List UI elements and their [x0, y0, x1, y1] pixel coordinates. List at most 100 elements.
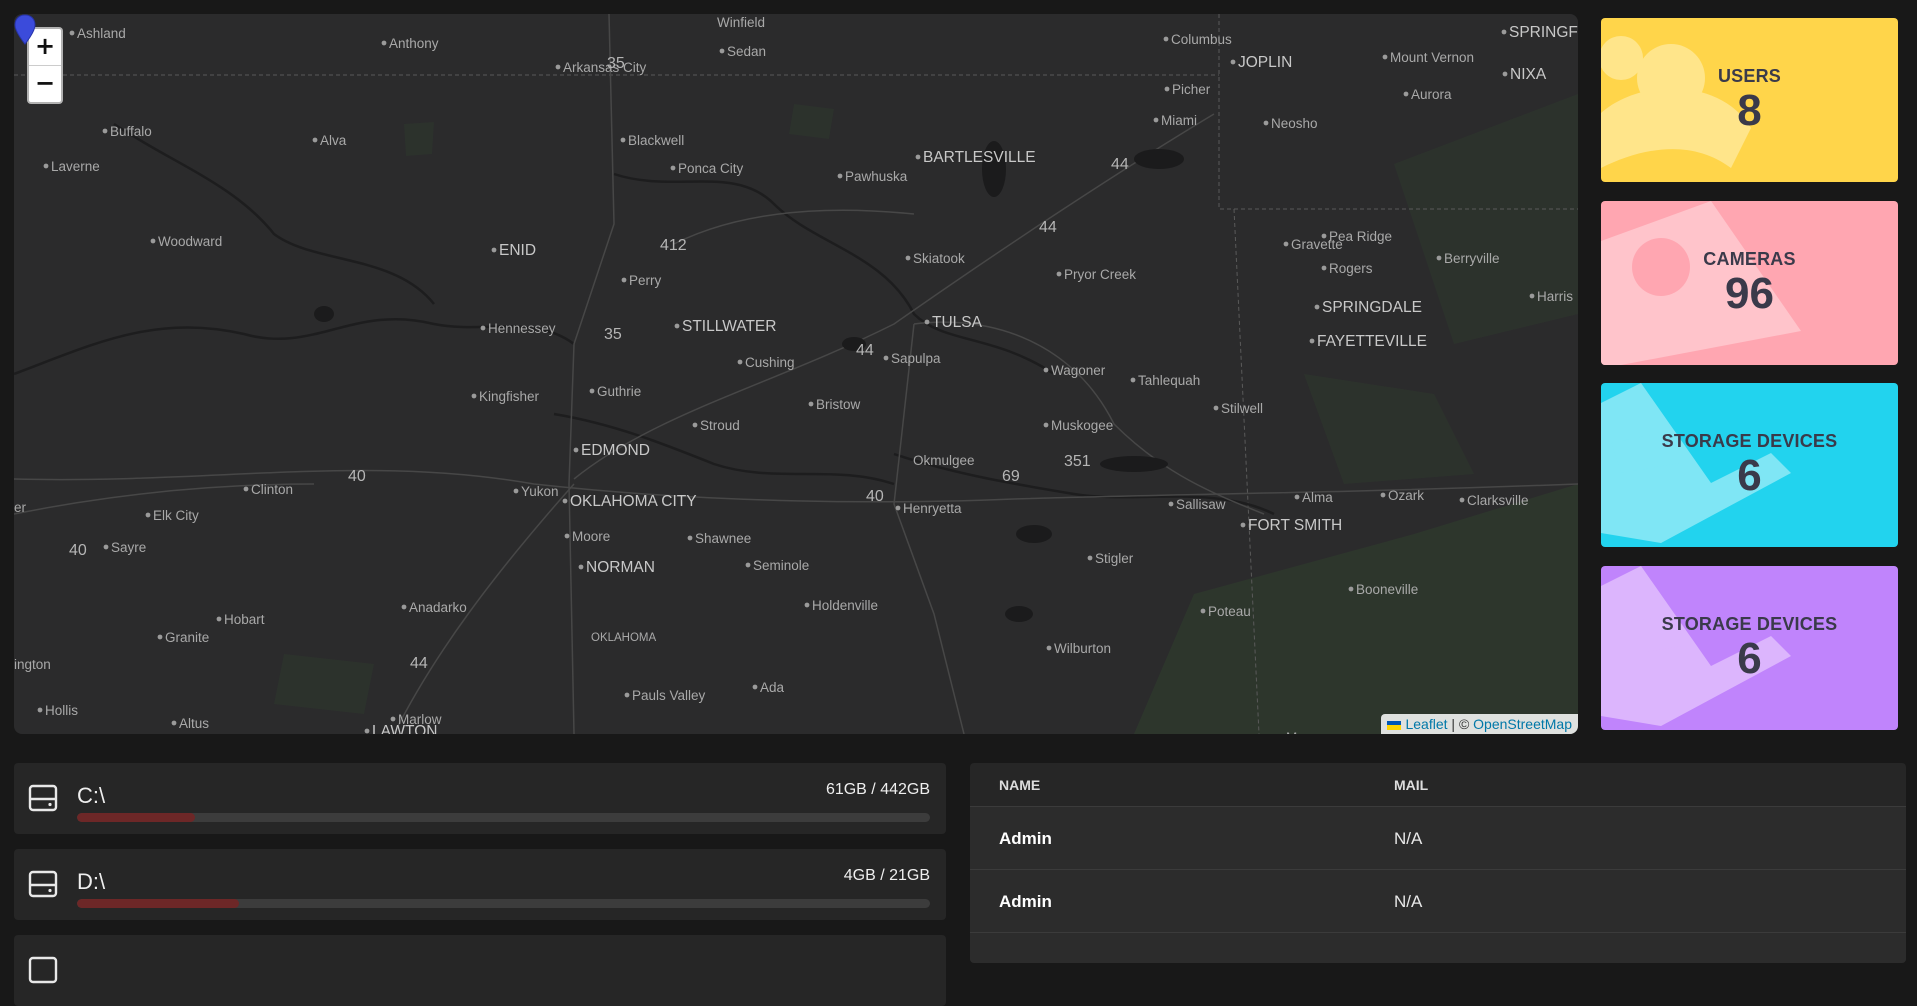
- map-city-label: Bristow: [808, 397, 861, 412]
- map-city-label: Shawnee: [687, 531, 751, 546]
- map-city-label: Muskogee: [1043, 418, 1113, 433]
- svg-text:Stigler: Stigler: [1095, 551, 1134, 566]
- map-city-label: Ashland: [69, 26, 126, 41]
- svg-text:Seminole: Seminole: [753, 558, 809, 573]
- ukraine-flag-icon: [1387, 720, 1402, 730]
- svg-text:Moore: Moore: [572, 529, 610, 544]
- openstreetmap-link[interactable]: OpenStreetMap: [1473, 716, 1572, 732]
- map-city-label: Arkansas City: [555, 60, 647, 75]
- cameras-card[interactable]: CAMERAS 96: [1601, 201, 1898, 365]
- svg-text:Ozark: Ozark: [1388, 488, 1424, 503]
- map-route-label: 69: [1002, 468, 1020, 485]
- map-attribution: Leaflet | © OpenStreetMap: [1381, 714, 1578, 734]
- map-city-label: FAYETTEVILLE: [1309, 333, 1427, 350]
- storage-devices-card-2[interactable]: STORAGE DEVICES 6: [1601, 566, 1898, 730]
- svg-text:Clinton: Clinton: [251, 482, 293, 497]
- map-city-label: TULSA: [924, 314, 983, 331]
- drive-usage-bar: [77, 813, 930, 822]
- map-city-label: Poteau: [1200, 604, 1251, 619]
- location-pin-icon[interactable]: [14, 14, 36, 46]
- map-view[interactable]: Ashland Winfield Anthony Arkansas City Sedan…: [14, 14, 1578, 734]
- svg-text:BARTLESVILLE: BARTLESVILLE: [923, 149, 1036, 166]
- map-forest-areas: [274, 94, 1578, 734]
- svg-text:Sapulpa: Sapulpa: [891, 351, 941, 366]
- map-city-label: Hollis: [37, 703, 78, 718]
- svg-text:Booneville: Booneville: [1356, 582, 1418, 597]
- drive-usage: 4GB / 21GB: [843, 867, 930, 884]
- svg-text:Hennessey: Hennessey: [488, 321, 556, 336]
- svg-text:Neosho: Neosho: [1271, 116, 1318, 131]
- storage-devices-card[interactable]: STORAGE DEVICES 6: [1601, 383, 1898, 547]
- attribution-separator: | ©: [1447, 716, 1474, 732]
- map-city-label: Neosho: [1263, 116, 1318, 131]
- map-city-label: Clarksville: [1459, 493, 1529, 508]
- zoom-out-button[interactable]: −: [29, 65, 61, 102]
- svg-text:FORT SMITH: FORT SMITH: [1248, 517, 1342, 534]
- map-city-label: LAWTON: [364, 723, 437, 734]
- harddrive-icon: [28, 784, 58, 812]
- leaflet-link[interactable]: Leaflet: [1405, 716, 1447, 732]
- map-city-label: Blackwell: [620, 133, 684, 148]
- table-row[interactable]: Admin N/A: [970, 869, 1906, 933]
- map-city-label: Wilburton: [1046, 641, 1111, 656]
- svg-text:Elk City: Elk City: [153, 508, 199, 523]
- map-city-label: Berryville: [1436, 251, 1500, 266]
- svg-text:Okmulgee: Okmulgee: [913, 453, 975, 468]
- svg-text:ington: ington: [14, 657, 51, 672]
- svg-text:Mount Vernon: Mount Vernon: [1390, 50, 1474, 65]
- table-row[interactable]: [970, 932, 1906, 963]
- svg-text:Alva: Alva: [320, 133, 347, 148]
- svg-text:Guthrie: Guthrie: [597, 384, 641, 399]
- svg-text:FAYETTEVILLE: FAYETTEVILLE: [1317, 333, 1427, 350]
- svg-text:Ponca City: Ponca City: [678, 161, 744, 176]
- svg-text:er: er: [14, 500, 27, 515]
- svg-text:NIXA: NIXA: [1510, 66, 1547, 83]
- svg-text:LAWTON: LAWTON: [372, 723, 437, 734]
- svg-text:Yukon: Yukon: [521, 484, 559, 499]
- card-title: STORAGE DEVICES: [1661, 614, 1838, 634]
- svg-text:Columbus: Columbus: [1171, 32, 1232, 47]
- column-header-name[interactable]: NAME: [999, 777, 1040, 793]
- map-city-label: SPRINGFIEL: [1501, 24, 1578, 41]
- svg-text:Bristow: Bristow: [816, 397, 861, 412]
- map-city-label: BARTLESVILLE: [915, 149, 1036, 166]
- map-city-label: Buffalo: [102, 124, 152, 139]
- map-city-label: ENID: [491, 242, 536, 259]
- map-city-label: Miami: [1153, 113, 1197, 128]
- map-city-label: Woodward: [150, 234, 222, 249]
- map-city-label: Winfield: [717, 15, 765, 30]
- card-title: STORAGE DEVICES: [1661, 431, 1838, 451]
- card-value: 6: [1737, 634, 1762, 683]
- svg-text:NORMAN: NORMAN: [586, 559, 655, 576]
- svg-text:OKLAHOMA CITY: OKLAHOMA CITY: [570, 493, 697, 510]
- svg-text:Clarksville: Clarksville: [1467, 493, 1529, 508]
- drive-usage-bar: [77, 899, 930, 908]
- svg-text:Cushing: Cushing: [745, 355, 795, 370]
- map-city-label: Anthony: [381, 36, 439, 51]
- card-title: USERS: [1717, 66, 1781, 86]
- map-city-label: Tahlequah: [1130, 373, 1200, 388]
- map-route-label: 44: [1039, 219, 1057, 236]
- column-header-mail[interactable]: MAIL: [1394, 777, 1428, 793]
- map-city-label: Yukon: [513, 484, 559, 499]
- svg-text:Muskogee: Muskogee: [1051, 418, 1113, 433]
- map-city-label: Okmulgee: [913, 453, 975, 468]
- map-city-label: Pauls Valley: [624, 688, 706, 703]
- map-route-shields: 35 412 44 44 35 44 40 40 69 351 40 44: [69, 55, 1129, 672]
- map-city-label: Alva: [312, 133, 347, 148]
- map-city-label: Pawhuska: [837, 169, 908, 184]
- svg-text:Hobart: Hobart: [224, 612, 265, 627]
- drive-usage: 61GB / 442GB: [825, 781, 930, 798]
- svg-text:Buffalo: Buffalo: [110, 124, 152, 139]
- map-city-label: Sedan: [719, 44, 766, 59]
- svg-text:Aurora: Aurora: [1411, 87, 1452, 102]
- map-tiles[interactable]: Ashland Winfield Anthony Arkansas City Sedan…: [14, 14, 1578, 734]
- map-city-label: Granite: [157, 630, 209, 645]
- svg-text:Alma: Alma: [1302, 490, 1333, 505]
- users-card[interactable]: USERS 8: [1601, 18, 1898, 182]
- svg-text:SPRINGDALE: SPRINGDALE: [1322, 299, 1422, 316]
- map-city-label: SPRINGDALE: [1314, 299, 1422, 316]
- table-row[interactable]: Admin N/A: [970, 806, 1906, 870]
- svg-text:Anadarko: Anadarko: [409, 600, 467, 615]
- map-city-label: Wagoner: [1043, 363, 1106, 378]
